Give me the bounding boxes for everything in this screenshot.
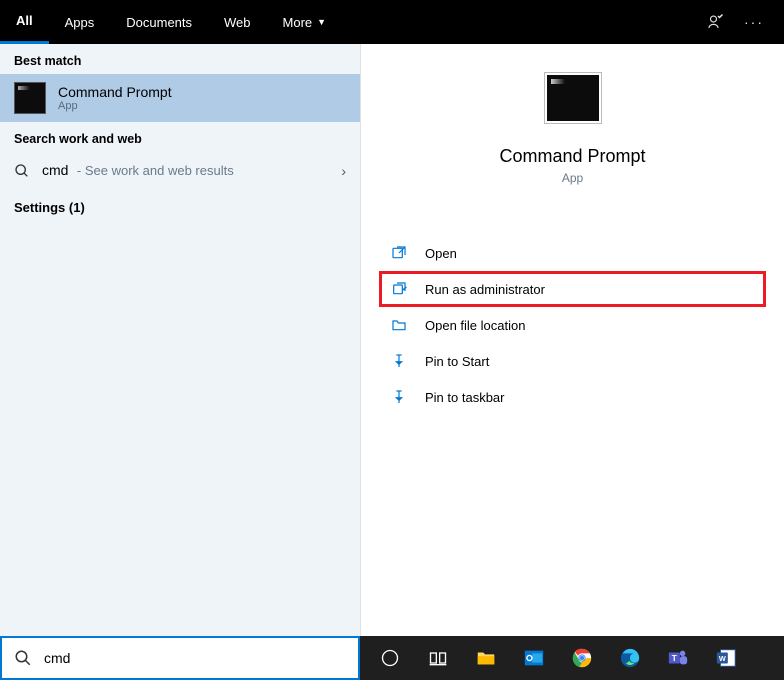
command-prompt-icon — [14, 82, 46, 114]
chrome-icon[interactable] — [560, 636, 604, 680]
open-icon — [391, 245, 407, 261]
search-icon — [14, 163, 30, 179]
action-open-location-label: Open file location — [425, 318, 525, 333]
word-icon[interactable]: W — [704, 636, 748, 680]
search-tabs-bar: All Apps Documents Web More ▼ ··· — [0, 0, 784, 44]
chevron-right-icon: › — [341, 163, 346, 179]
svg-text:T: T — [672, 654, 677, 663]
tab-apps[interactable]: Apps — [49, 0, 111, 44]
best-match-header: Best match — [0, 44, 360, 74]
ellipsis-icon[interactable]: ··· — [744, 14, 764, 30]
search-web-row[interactable]: cmd - See work and web results › — [0, 152, 360, 190]
teams-icon[interactable]: T — [656, 636, 700, 680]
action-run-admin[interactable]: Run as administrator — [379, 271, 766, 307]
search-box[interactable] — [0, 636, 360, 680]
result-command-prompt[interactable]: Command Prompt App — [0, 74, 360, 122]
action-pin-start-label: Pin to Start — [425, 354, 489, 369]
search-term: cmd — [42, 162, 68, 178]
results-panel: Best match Command Prompt App Search wor… — [0, 44, 360, 636]
preview-title: Command Prompt — [499, 146, 645, 167]
settings-header[interactable]: Settings (1) — [0, 190, 360, 225]
svg-text:W: W — [719, 654, 726, 663]
preview-subtitle: App — [562, 171, 583, 185]
task-view-icon[interactable] — [416, 636, 460, 680]
action-open-label: Open — [425, 246, 457, 261]
outlook-icon[interactable] — [512, 636, 556, 680]
tab-documents[interactable]: Documents — [110, 0, 208, 44]
action-run-admin-label: Run as administrator — [425, 282, 545, 297]
preview-panel: Command Prompt App Open Run as administr… — [360, 44, 784, 636]
search-work-web-header: Search work and web — [0, 122, 360, 152]
result-title: Command Prompt — [58, 84, 172, 100]
action-pin-taskbar[interactable]: Pin to taskbar — [379, 379, 766, 415]
taskbar: T W — [360, 636, 784, 680]
action-open[interactable]: Open — [379, 235, 766, 271]
pin-start-icon — [391, 353, 407, 369]
file-explorer-icon[interactable] — [464, 636, 508, 680]
feedback-icon[interactable] — [706, 13, 724, 31]
folder-icon — [391, 317, 407, 333]
search-input[interactable] — [44, 650, 346, 666]
edge-icon[interactable] — [608, 636, 652, 680]
tab-all[interactable]: All — [0, 0, 49, 44]
cortana-icon[interactable] — [368, 636, 412, 680]
action-open-location[interactable]: Open file location — [379, 307, 766, 343]
search-icon — [14, 649, 32, 667]
caret-down-icon: ▼ — [317, 17, 326, 27]
search-hint: - See work and web results — [77, 163, 234, 178]
action-pin-start[interactable]: Pin to Start — [379, 343, 766, 379]
shield-icon — [391, 281, 407, 297]
result-subtitle: App — [58, 100, 172, 112]
preview-app-icon — [544, 72, 602, 124]
pin-taskbar-icon — [391, 389, 407, 405]
tab-web[interactable]: Web — [208, 0, 267, 44]
tab-more[interactable]: More ▼ — [267, 0, 343, 44]
action-pin-taskbar-label: Pin to taskbar — [425, 390, 505, 405]
